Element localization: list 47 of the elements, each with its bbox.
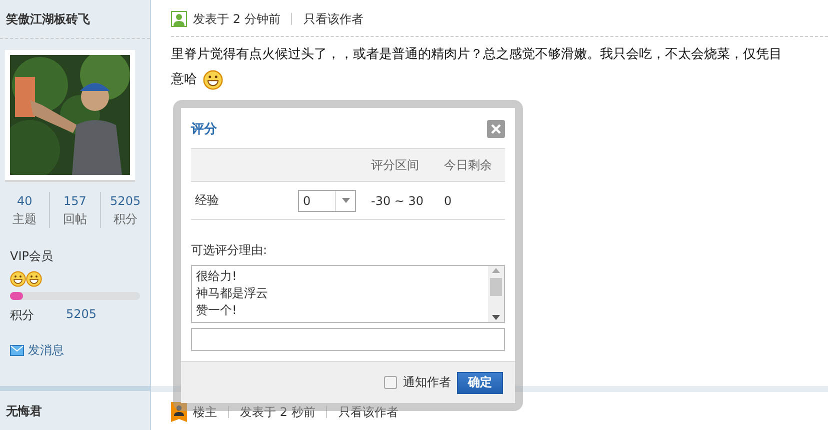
remaining-count: 0 (444, 194, 453, 208)
score-select[interactable]: 0 (298, 190, 356, 212)
reason-input[interactable] (191, 328, 505, 351)
reason-option[interactable]: 很给力! (196, 268, 484, 285)
user-name[interactable]: 无悔君 (0, 391, 150, 430)
user-badge-icon (171, 402, 187, 422)
user-group[interactable]: VIP会员 (10, 248, 150, 265)
points-label: 积分 (10, 307, 34, 324)
reasons-list[interactable]: 很给力! 神马都是浮云 赞一个! (191, 265, 505, 323)
reasons-label: 可选评分理由: (191, 242, 268, 259)
post-time: 发表于 2 秒前 (240, 404, 316, 420)
stat-value[interactable]: 157 (64, 192, 86, 210)
owner-label: 楼主 (193, 404, 217, 420)
envelope-icon (10, 345, 24, 356)
smiley-icon (26, 271, 42, 287)
points-value: 5205 (66, 307, 97, 323)
rating-range: -30 ~ 30 (371, 194, 425, 208)
stat-value[interactable]: 5205 (110, 192, 141, 210)
scroll-up-icon[interactable] (492, 268, 500, 273)
confirm-button[interactable]: 确定 (457, 372, 503, 394)
send-message-link[interactable]: 发消息 (10, 342, 150, 359)
caret-icon (342, 198, 350, 203)
author-only-link[interactable]: 只看该作者 (338, 404, 398, 420)
smiley-icon (10, 271, 26, 287)
column-header: 评分区间 (371, 156, 420, 174)
notify-label: 通知作者 (403, 374, 451, 391)
stat-label: 回帖 (62, 211, 87, 228)
column-header: 今日剩余 (444, 156, 493, 174)
grin-emoji-icon (203, 70, 223, 90)
stat-label: 积分 (113, 211, 138, 228)
reason-option[interactable]: 神马都是浮云 (196, 285, 484, 302)
scroll-down-icon[interactable] (492, 315, 500, 320)
stat-label: 主题 (12, 211, 37, 228)
stat-value[interactable]: 40 (17, 192, 32, 210)
post-text: 意哈 (171, 71, 197, 89)
post-time: 发表于 2 分钟前 (193, 10, 280, 28)
close-button[interactable] (487, 120, 505, 138)
close-icon (491, 124, 501, 134)
user-name[interactable]: 笑傲江湖板砖飞 (0, 0, 150, 39)
notify-checkbox[interactable] (384, 376, 397, 389)
dialog-title: 评分 (191, 121, 217, 138)
rating-label: 经验 (194, 192, 220, 209)
scrollbar-thumb[interactable] (490, 278, 502, 296)
reason-option[interactable]: 赞一个! (196, 302, 484, 319)
post-text: 里脊片觉得有点火候过头了，，或者是普通的精肉片？总之感觉不够滑嫩。我只会吃，不太会烧菜，仅凭目 (171, 46, 783, 64)
user-icon (171, 11, 187, 27)
author-only-link[interactable]: 只看该作者 (303, 10, 364, 28)
